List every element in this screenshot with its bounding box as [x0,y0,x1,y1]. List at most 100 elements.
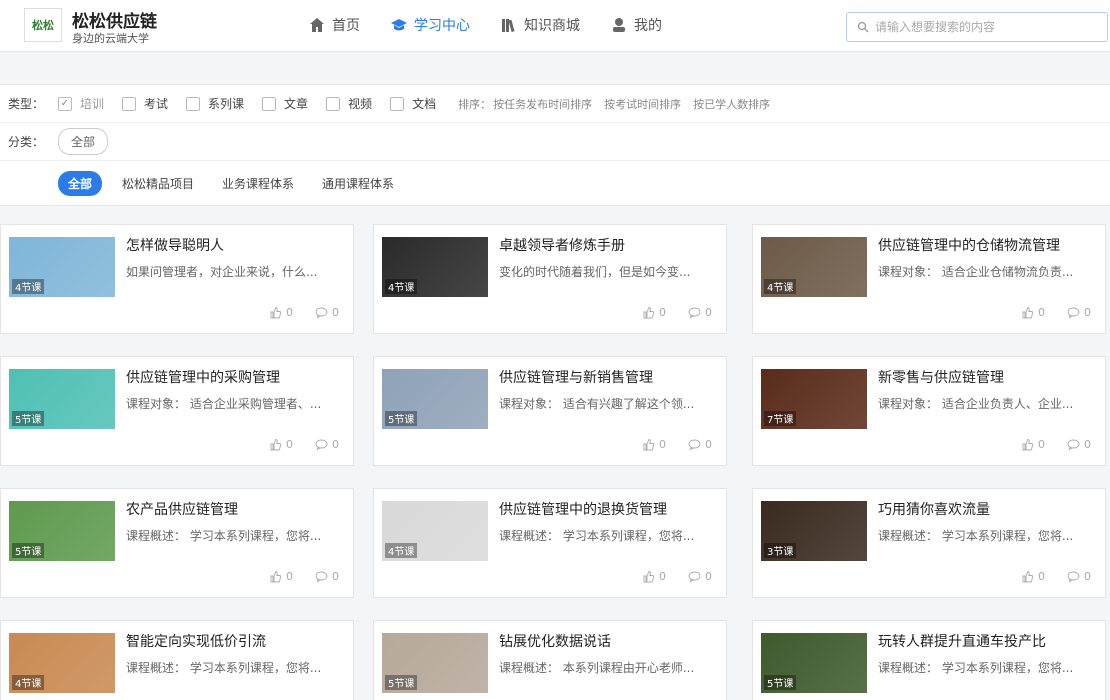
course-card[interactable]: 5节课 农产品供应链管理 课程概述： 学习本系列课程，您将... 0 0 [0,488,354,598]
course-title[interactable]: 农产品供应链管理 [126,499,238,519]
type-checkbox-article[interactable]: 文章 [262,95,308,112]
course-title[interactable]: 智能定向实现低价引流 [126,631,266,651]
comment-stat[interactable]: 0 [315,570,339,583]
like-stat[interactable]: 0 [642,306,666,319]
category-label: 分类： [8,135,45,149]
comment-stat[interactable]: 0 [315,306,339,319]
sort-by-exam-time[interactable]: 按考试时间排序 [604,96,681,112]
type-filter-row: 类型： ✓ 培训 考试 系列课 文章 视频 文档 排序： 按任务发布时间排序 按 [0,85,1110,123]
like-stat[interactable]: 0 [1021,306,1045,319]
course-title[interactable]: 卓越领导者修炼手册 [499,235,625,255]
search-box[interactable] [846,12,1108,42]
filter-panel: 类型： ✓ 培训 考试 系列课 文章 视频 文档 排序： 按任务发布时间排序 按 [0,84,1110,206]
like-stat[interactable]: 0 [642,570,666,583]
course-title[interactable]: 巧用猜你喜欢流量 [878,499,990,519]
comment-stat[interactable]: 0 [688,570,712,583]
sort-by-learners[interactable]: 按已学人数排序 [693,96,770,112]
lesson-count-badge: 5节课 [385,675,418,690]
course-thumbnail[interactable]: 4节课 [9,237,115,297]
course-thumbnail[interactable]: 5节课 [9,501,115,561]
subtab-general[interactable]: 通用课程体系 [322,175,394,192]
subtab-business[interactable]: 业务课程体系 [222,175,294,192]
course-title[interactable]: 供应链管理中的采购管理 [126,367,280,387]
course-thumbnail[interactable]: 5节课 [9,369,115,429]
like-stat[interactable]: 0 [1021,570,1045,583]
comment-stat[interactable]: 0 [315,438,339,451]
like-stat[interactable]: 0 [1021,438,1045,451]
course-card[interactable]: 5节课 供应链管理中的采购管理 课程对象： 适合企业采购管理者、... 0 0 [0,356,354,466]
thumbs-up-icon [643,571,655,583]
course-card[interactable]: 5节课 钻展优化数据说话 课程概述： 本系列课程由开心老师... 0 0 [373,620,727,700]
comment-stat[interactable]: 0 [1067,306,1091,319]
course-thumbnail[interactable]: 4节课 [382,501,488,561]
type-checkbox-series[interactable]: 系列课 [186,95,244,112]
course-title[interactable]: 新零售与供应链管理 [878,367,1004,387]
home-icon [308,16,326,34]
subtab-all[interactable]: 全部 [58,171,103,196]
category-all-pill[interactable]: 全部 [58,128,109,155]
course-card[interactable]: 4节课 供应链管理中的退换货管理 课程概述： 学习本系列课程，您将... 0 0 [373,488,727,598]
like-stat[interactable]: 0 [269,438,293,451]
comment-stat[interactable]: 0 [1067,570,1091,583]
lesson-count-badge: 4节课 [12,279,45,294]
comment-stat[interactable]: 0 [688,438,712,451]
course-title[interactable]: 供应链管理中的仓储物流管理 [878,235,1060,255]
nav-knowledge-store-label: 知识商城 [524,18,580,34]
course-card[interactable]: 5节课 供应链管理与新销售管理 课程对象： 适合有兴趣了解这个领... 0 0 [373,356,727,466]
user-icon [610,16,628,34]
course-thumbnail[interactable]: 4节课 [9,633,115,693]
comment-icon [315,439,328,451]
course-thumbnail[interactable]: 4节课 [382,237,488,297]
nav-home[interactable]: 首页 [308,12,360,38]
nav-knowledge-store[interactable]: 知识商城 [500,12,580,38]
course-card[interactable]: 4节课 卓越领导者修炼手册 变化的时代随着我们，但是如今变... 0 0 [373,224,727,334]
course-card[interactable]: 4节课 怎样做导聪明人 如果问管理者，对企业来说，什么... 0 0 [0,224,354,334]
checkbox-icon [390,96,405,111]
subtab-featured[interactable]: 松松精品项目 [122,175,194,192]
course-stats: 0 0 [247,570,339,583]
logo[interactable]: 松松 [24,8,62,42]
comment-icon [315,307,328,319]
course-card[interactable]: 5节课 玩转人群提升直通车投产比 课程概述： 学习本系列课程，您将... 0 0 [752,620,1106,700]
sort-by-publish-time[interactable]: 按任务发布时间排序 [493,96,592,112]
nav-mine[interactable]: 我的 [610,12,662,38]
course-card[interactable]: 3节课 巧用猜你喜欢流量 课程概述： 学习本系列课程，您将... 0 0 [752,488,1106,598]
course-description: 课程对象： 适合企业仓储物流负责... [878,265,1074,279]
sort-label: 排序： [458,97,492,111]
books-icon [500,16,518,34]
like-count: 0 [659,306,666,319]
search-input[interactable] [875,20,1095,34]
comment-icon [688,307,701,319]
comment-stat[interactable]: 0 [688,306,712,319]
like-stat[interactable]: 0 [642,438,666,451]
type-checkbox-video[interactable]: 视频 [326,95,372,112]
subtabs: 全部 松松精品项目 业务课程体系 通用课程体系 [58,171,422,196]
like-stat[interactable]: 0 [269,306,293,319]
course-card[interactable]: 4节课 供应链管理中的仓储物流管理 课程对象： 适合企业仓储物流负责... 0 … [752,224,1106,334]
course-title[interactable]: 供应链管理与新销售管理 [499,367,653,387]
course-title[interactable]: 玩转人群提升直通车投产比 [878,631,1046,651]
type-checkbox-document[interactable]: 文档 [390,95,436,112]
course-title[interactable]: 钻展优化数据说话 [499,631,611,651]
main-nav: 首页 学习中心 知识商城 我的 [308,12,692,38]
course-card[interactable]: 4节课 智能定向实现低价引流 课程概述： 学习本系列课程，您将... 0 0 [0,620,354,700]
course-title[interactable]: 供应链管理中的退换货管理 [499,499,667,519]
course-thumbnail[interactable]: 7节课 [761,369,867,429]
logo-text: 松松 [32,19,54,32]
course-thumbnail[interactable]: 4节课 [761,237,867,297]
type-checkbox-exam[interactable]: 考试 [122,95,168,112]
nav-learning-center[interactable]: 学习中心 [390,12,470,38]
comment-count: 0 [332,438,339,451]
course-thumbnail[interactable]: 5节课 [761,633,867,693]
course-card[interactable]: 7节课 新零售与供应链管理 课程对象： 适合企业负责人、企业... 0 0 [752,356,1106,466]
course-thumbnail[interactable]: 5节课 [382,369,488,429]
lesson-count-badge: 5节课 [12,543,45,558]
course-stats: 0 0 [999,570,1091,583]
course-thumbnail[interactable]: 5节课 [382,633,488,693]
like-stat[interactable]: 0 [269,570,293,583]
comment-stat[interactable]: 0 [1067,438,1091,451]
course-thumbnail[interactable]: 3节课 [761,501,867,561]
course-description: 课程对象： 适合企业采购管理者、... [126,397,322,411]
type-checkbox-training[interactable]: ✓ 培训 [58,95,104,112]
course-title[interactable]: 怎样做导聪明人 [126,235,224,255]
